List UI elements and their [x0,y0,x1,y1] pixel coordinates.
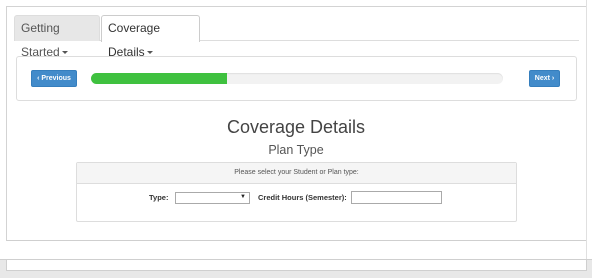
panel-heading: Please select your Student or Plan type: [77,163,516,184]
footer-strip [0,259,592,278]
tab-bar: Getting Started Coverage Details [14,13,579,59]
credit-hours-input[interactable] [351,191,442,204]
wizard-navigation: ‹ Previous Next › [16,56,577,101]
tab-getting-started[interactable]: Getting Started [14,15,100,59]
dropdown-arrow-icon: ▼ [240,194,246,200]
credit-hours-label: Credit Hours (Semester): [258,193,347,202]
next-button[interactable]: Next › [529,70,560,87]
section-title: Plan Type [268,143,324,157]
chevron-down-icon [61,51,68,55]
type-label: Type: [149,193,169,202]
window-edge [586,0,592,277]
previous-button[interactable]: ‹ Previous [31,70,77,87]
progress-bar [91,73,503,84]
page-title: Coverage Details [226,117,366,137]
chevron-down-icon [146,51,153,55]
type-select[interactable]: ▼ [175,192,250,204]
tab-label: Getting Started [21,21,60,59]
tab-coverage-details[interactable]: Coverage Details [101,15,200,59]
progress-fill [91,73,227,84]
plan-type-panel: Please select your Student or Plan type:… [76,162,517,222]
